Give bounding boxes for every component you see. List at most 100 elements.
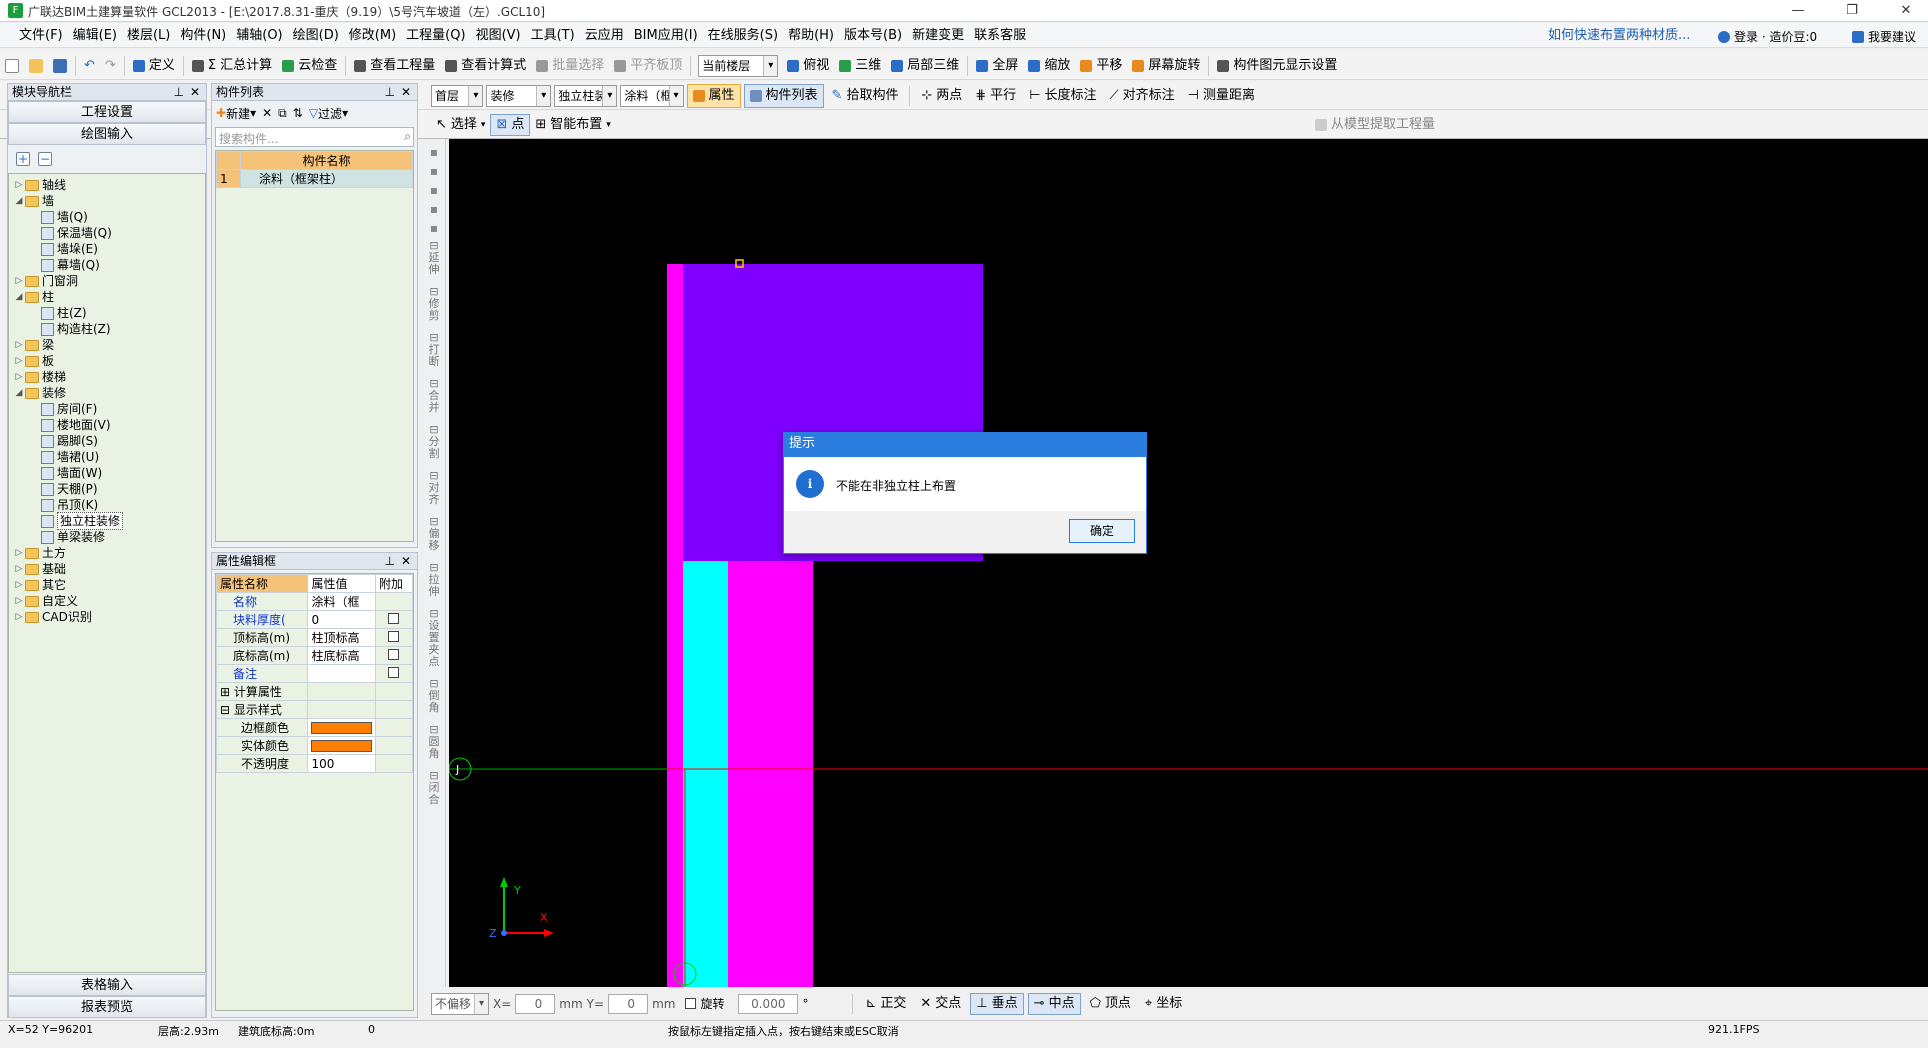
triangle-icon[interactable]: ▪ bbox=[427, 183, 441, 197]
expander-icon[interactable]: ▷ bbox=[13, 609, 25, 625]
y-input[interactable]: 0 bbox=[608, 993, 649, 1014]
side-tool[interactable]: ⊟ 拉伸 bbox=[425, 562, 443, 598]
sort-icon[interactable]: ⇅ bbox=[293, 106, 303, 120]
drawing-canvas[interactable]: J Y X Z bbox=[449, 139, 1928, 987]
toolbar-button[interactable]: 俯视 bbox=[782, 52, 834, 80]
collapse-all-icon[interactable]: − bbox=[38, 152, 52, 166]
property-row[interactable]: 块料厚度(0 bbox=[215, 610, 414, 629]
side-tool[interactable]: ⊟ 圆角 bbox=[425, 724, 443, 760]
style-row[interactable]: 边框颜色 bbox=[215, 718, 414, 737]
property-group[interactable]: ⊟ 显示样式 bbox=[215, 700, 309, 719]
component-name-cell[interactable]: 涂料（框架柱） bbox=[240, 169, 413, 188]
property-row[interactable]: 顶标高(m) 柱顶标高 bbox=[215, 628, 414, 647]
property-value[interactable]: 柱顶标高 bbox=[307, 628, 376, 647]
move-icon[interactable]: ▪ bbox=[427, 202, 441, 216]
property-value[interactable] bbox=[307, 664, 376, 683]
menu-item[interactable]: 云应用 bbox=[580, 23, 629, 48]
floor-select[interactable]: 首层 bbox=[431, 84, 484, 107]
menu-item[interactable]: 视图(V) bbox=[471, 23, 526, 48]
toolbar-button[interactable]: 三维 bbox=[834, 52, 886, 80]
new-component-button[interactable]: ✚ 新建 ▾ bbox=[216, 105, 256, 122]
tree-node[interactable]: ▷ 板 bbox=[13, 353, 205, 369]
toolbar-button[interactable]: 查看计算式 bbox=[440, 52, 531, 80]
side-tool[interactable]: ⊟ 打断 bbox=[425, 332, 443, 368]
side-tool[interactable]: ⊟ 合并 bbox=[425, 378, 443, 414]
menu-item[interactable]: 修改(M) bbox=[344, 23, 401, 48]
tree-node[interactable]: ▷ 门窗洞 bbox=[13, 273, 205, 289]
copy-icon[interactable]: ⧉ bbox=[278, 106, 287, 121]
redo-button[interactable]: ↷ bbox=[100, 52, 121, 80]
component-list-toggle[interactable]: 构件列表 bbox=[743, 83, 824, 108]
tree-node[interactable]: 幕墙(Q) bbox=[13, 257, 205, 273]
toolbar-button[interactable]: 批量选择 bbox=[531, 52, 609, 80]
extract-quantity-button[interactable]: 从模型提取工程量 bbox=[1310, 111, 1440, 139]
property-row[interactable]: 备注 bbox=[215, 664, 414, 683]
tree-node[interactable]: 墙面(W) bbox=[13, 465, 205, 481]
pencil-icon[interactable]: ▪ bbox=[427, 145, 441, 159]
length-mark-button[interactable]: ⊢ 长度标注 bbox=[1024, 82, 1101, 110]
column-finish-cyan[interactable] bbox=[683, 561, 728, 987]
maximize-button[interactable]: ❐ bbox=[1830, 0, 1874, 22]
color-value[interactable] bbox=[311, 721, 372, 734]
extra-checkbox[interactable] bbox=[388, 666, 400, 678]
menu-item[interactable]: 构件(N) bbox=[175, 23, 231, 48]
menu-item[interactable]: 楼层(L) bbox=[122, 23, 175, 48]
property-group-row[interactable]: ⊞ 计算属性 bbox=[215, 682, 414, 701]
two-point-button[interactable]: ⊹ 两点 bbox=[916, 82, 967, 110]
table-row[interactable]: 1 涂料（框架柱） bbox=[216, 169, 413, 188]
filter-button[interactable]: ▽ 过滤 ▾ bbox=[309, 105, 348, 122]
rotate-checkbox[interactable] bbox=[685, 998, 697, 1009]
tree-node[interactable]: ▷ 土方 bbox=[13, 545, 205, 561]
parallel-button[interactable]: ⋕ 平行 bbox=[970, 82, 1021, 110]
expander-icon[interactable]: ▷ bbox=[13, 177, 25, 193]
opacity-value[interactable]: 100 bbox=[307, 754, 376, 773]
perpendicular-toggle[interactable]: ⊥ 垂点 bbox=[970, 992, 1024, 1015]
side-tool[interactable]: ⊟ 对齐 bbox=[425, 470, 443, 506]
property-row[interactable]: 名称 涂料（框 bbox=[215, 592, 414, 611]
tree-node[interactable]: ◢ 墙 bbox=[13, 193, 205, 209]
table-input-button[interactable]: 表格输入 bbox=[8, 974, 206, 996]
pin-icon[interactable]: ⊥ bbox=[174, 84, 184, 101]
measure-distance-button[interactable]: ⊣ 测量距离 bbox=[1183, 82, 1260, 110]
toolbar-button[interactable]: 屏幕旋转 bbox=[1127, 52, 1205, 80]
menu-item[interactable]: 文件(F) bbox=[14, 23, 68, 48]
menu-item[interactable]: 辅轴(O) bbox=[231, 23, 287, 48]
menu-item[interactable]: 编辑(E) bbox=[68, 23, 122, 48]
extra-checkbox[interactable] bbox=[388, 648, 400, 660]
extra-checkbox[interactable] bbox=[388, 630, 400, 642]
tree-node[interactable]: 构造柱(Z) bbox=[13, 321, 205, 337]
component-select[interactable]: 涂料（框 bbox=[620, 84, 684, 107]
expander-icon[interactable]: ▷ bbox=[13, 353, 25, 369]
property-value[interactable]: 柱底标高 bbox=[307, 646, 376, 665]
toolbar-button[interactable]: 查看工程量 bbox=[349, 52, 440, 80]
side-tool[interactable]: ⊟ 偏移 bbox=[425, 516, 443, 552]
open-file-button[interactable] bbox=[24, 58, 48, 73]
midpoint-toggle[interactable]: ⊸ 中点 bbox=[1027, 992, 1081, 1015]
intersection-toggle[interactable]: ✕ 交点 bbox=[915, 990, 966, 1018]
tree-node[interactable]: ▷ 轴线 bbox=[13, 177, 205, 193]
vertex-toggle[interactable]: ⬠ 顶点 bbox=[1085, 990, 1136, 1018]
style-row[interactable]: 不透明度 100 bbox=[215, 754, 414, 773]
tree-node[interactable]: 墙(Q) bbox=[13, 209, 205, 225]
property-value[interactable]: 0 bbox=[307, 610, 376, 629]
drawing-input-button[interactable]: 绘图输入 bbox=[8, 123, 206, 145]
close-icon[interactable]: ✕ bbox=[401, 553, 411, 570]
search-icon[interactable]: ⌕ bbox=[404, 129, 411, 144]
close-icon[interactable]: ✕ bbox=[190, 84, 200, 101]
tree-node[interactable]: 墙裙(U) bbox=[13, 449, 205, 465]
property-group[interactable]: ⊞ 计算属性 bbox=[215, 682, 309, 701]
point-button[interactable]: ⊠ 点 bbox=[490, 113, 531, 136]
tree-node[interactable]: ▷ CAD识别 bbox=[13, 609, 205, 625]
delete-icon[interactable]: ✕ bbox=[262, 106, 272, 120]
menu-item[interactable]: 联系客服 bbox=[969, 23, 1031, 48]
tree-node[interactable]: 柱(Z) bbox=[13, 305, 205, 321]
report-preview-button[interactable]: 报表预览 bbox=[8, 996, 206, 1018]
side-tool[interactable]: ⊟ 分割 bbox=[425, 424, 443, 460]
expand-icon[interactable]: ⊞ bbox=[220, 685, 234, 699]
coordinate-toggle[interactable]: ⌖ 坐标 bbox=[1140, 990, 1187, 1018]
help-link[interactable]: 如何快速布置两种材质... bbox=[1548, 23, 1690, 48]
expander-icon[interactable]: ▷ bbox=[13, 337, 25, 353]
component-search-field[interactable]: 搜索构件... ⌕ bbox=[215, 127, 414, 147]
tree-node[interactable]: ▷ 自定义 bbox=[13, 593, 205, 609]
side-tool[interactable]: ⊟ 设置夹点 bbox=[425, 608, 443, 668]
